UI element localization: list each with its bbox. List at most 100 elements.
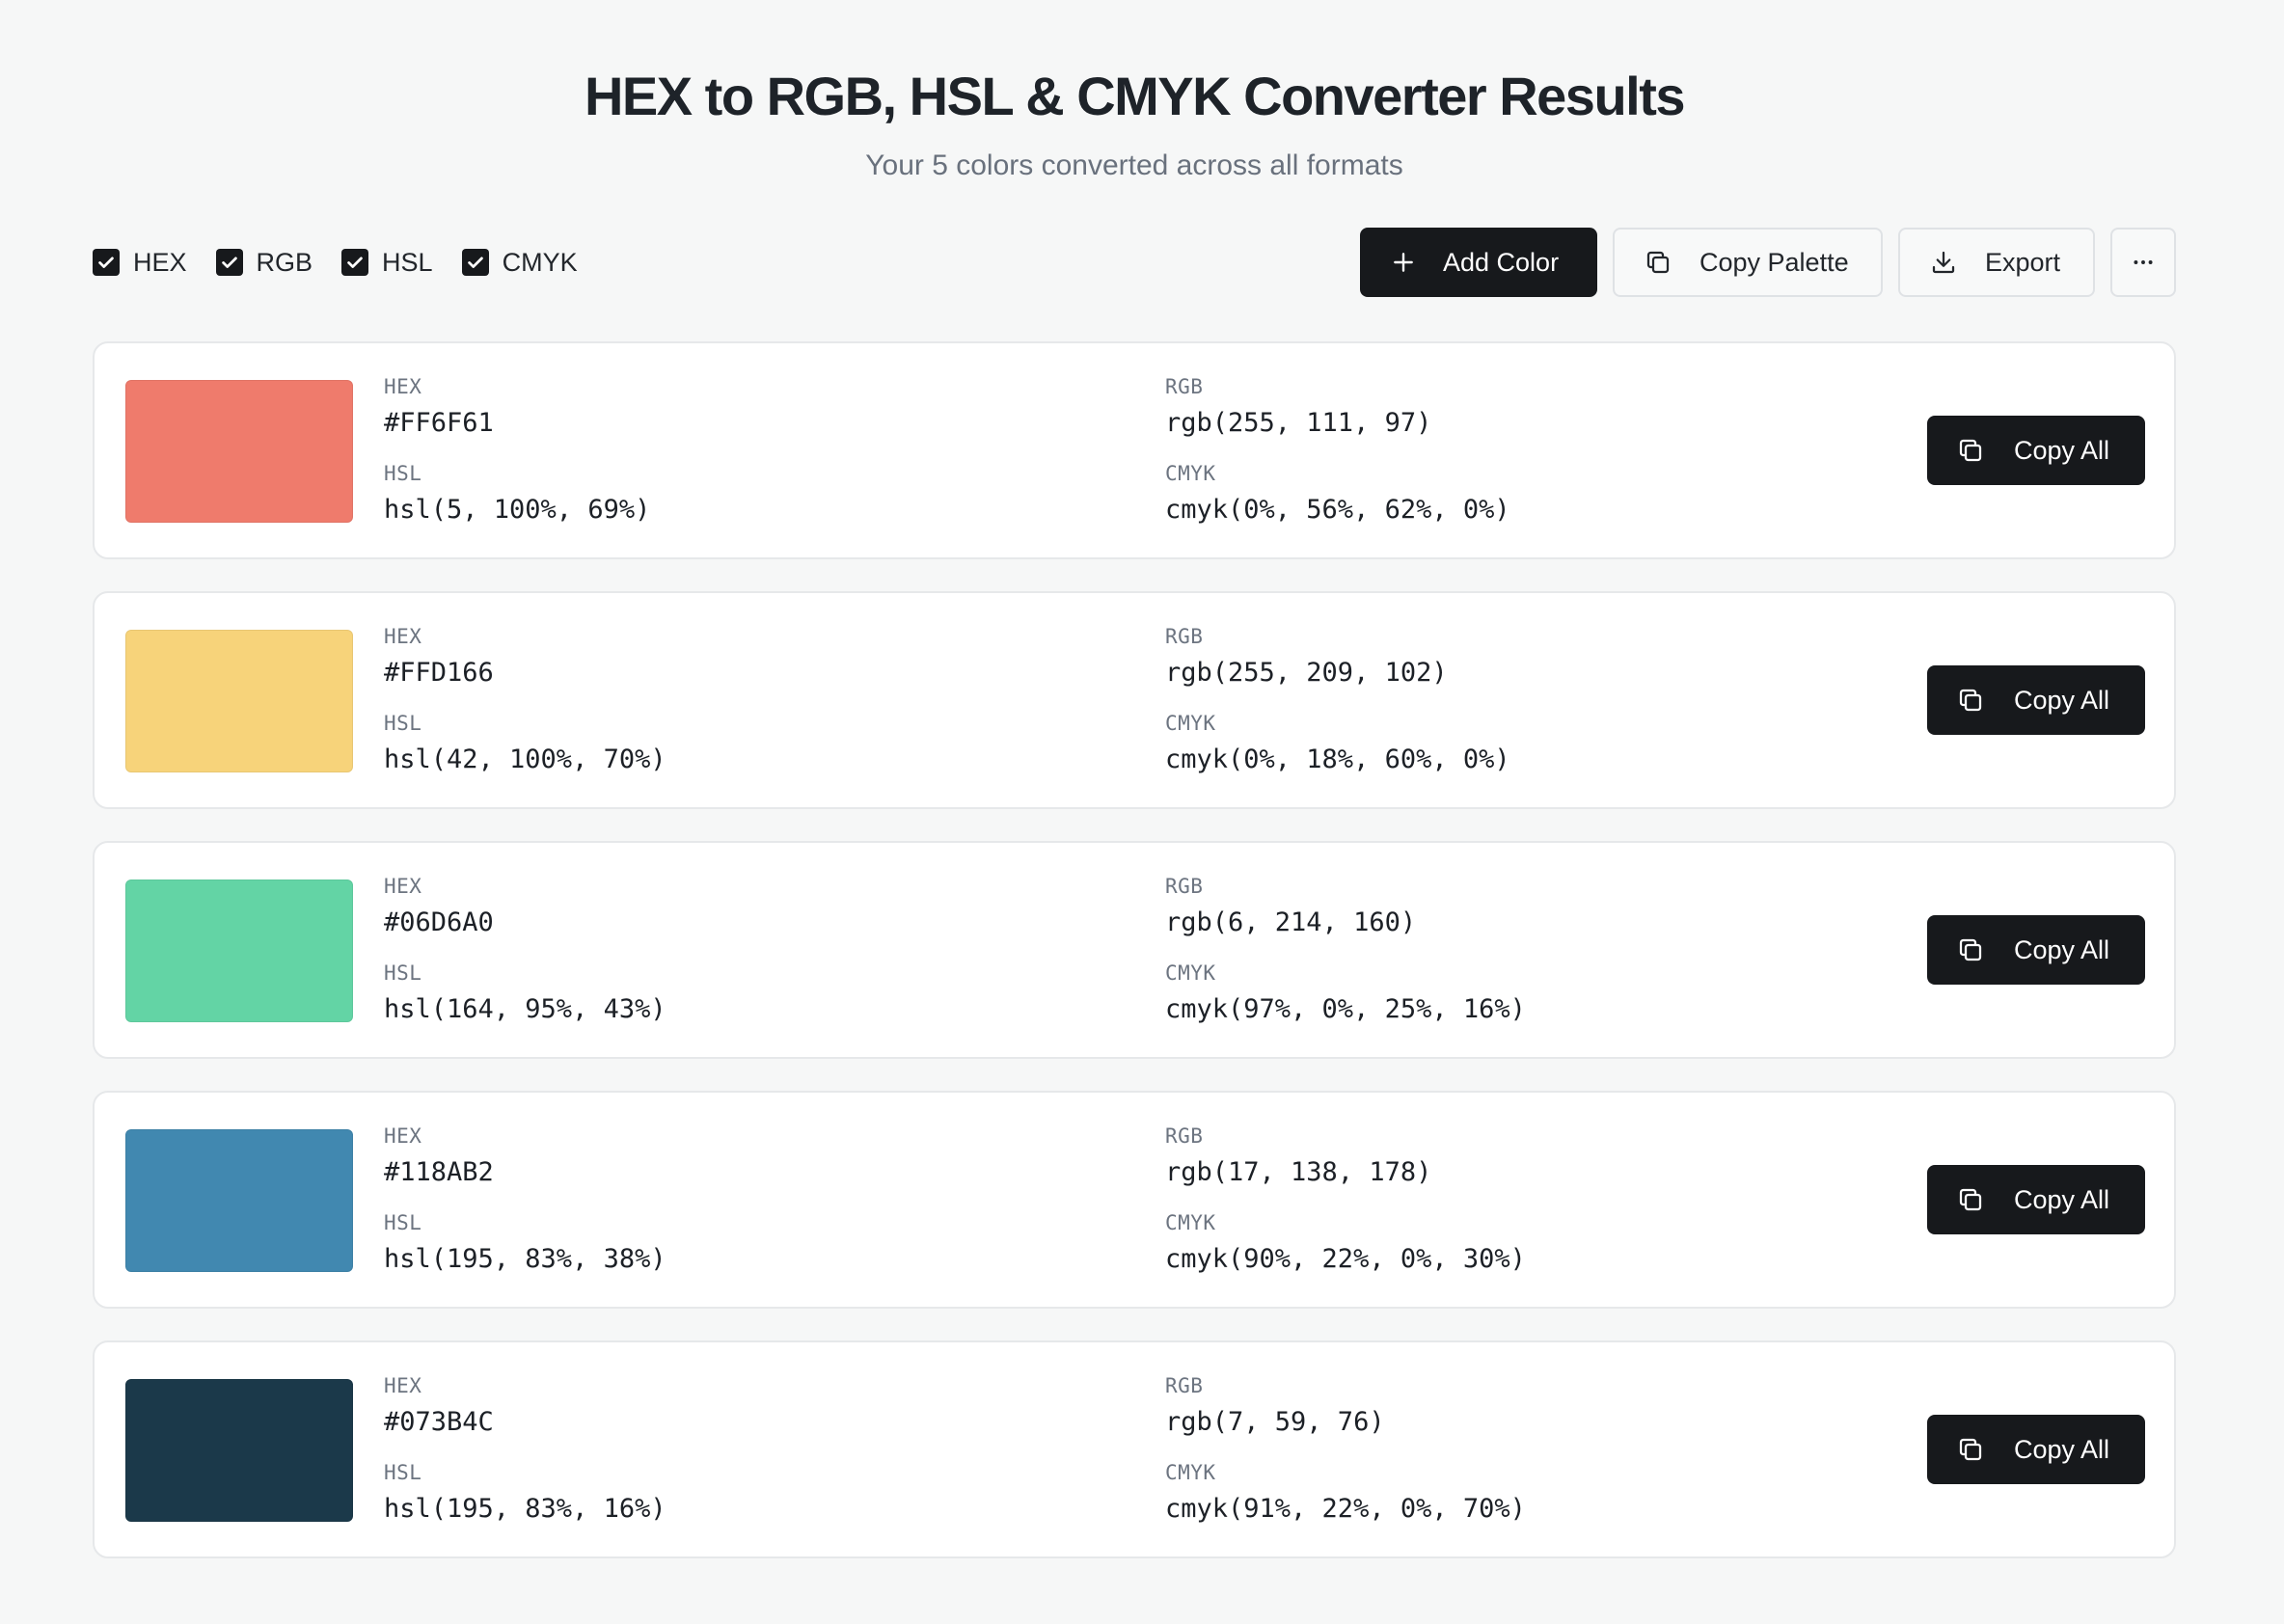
color-swatch	[125, 380, 353, 523]
cmyk-field: CMYK cmyk(91%, 22%, 0%, 70%)	[1165, 1460, 1526, 1526]
hex-field: HEX #FF6F61	[384, 374, 494, 440]
color-swatch	[125, 630, 353, 772]
cmyk-value[interactable]: cmyk(0%, 18%, 60%, 0%)	[1165, 744, 1510, 776]
hsl-label: HSL	[384, 1211, 422, 1234]
more-options-button[interactable]	[2110, 228, 2176, 297]
toggle-label-rgb: RGB	[256, 247, 313, 277]
cmyk-field: CMYK cmyk(90%, 22%, 0%, 30%)	[1165, 1210, 1526, 1276]
hsl-field: HSL hsl(164, 95%, 43%)	[384, 961, 666, 1026]
page-title: HEX to RGB, HSL & CMYK Converter Results	[584, 66, 1686, 126]
checkbox-hex[interactable]	[93, 249, 120, 276]
page-subtitle: Your 5 colors converted across all forma…	[865, 149, 1403, 181]
hsl-label: HSL	[384, 961, 422, 985]
rgb-label: RGB	[1165, 875, 1204, 898]
hsl-field: HSL hsl(195, 83%, 16%)	[384, 1460, 666, 1526]
copy-icon	[1956, 686, 1985, 715]
rgb-label: RGB	[1165, 375, 1204, 398]
export-button[interactable]: Export	[1898, 228, 2095, 297]
hsl-value[interactable]: hsl(195, 83%, 38%)	[384, 1243, 666, 1276]
copy-all-button[interactable]: Copy All	[1927, 416, 2145, 485]
hex-field: HEX #073B4C	[384, 1373, 494, 1439]
checkbox-cmyk[interactable]	[461, 249, 489, 276]
copy-all-button[interactable]: Copy All	[1927, 1415, 2145, 1484]
rgb-field: RGB rgb(255, 209, 102)	[1165, 624, 1448, 690]
color-swatch	[125, 1129, 353, 1272]
rgb-field: RGB rgb(255, 111, 97)	[1165, 374, 1431, 440]
copy-icon	[1644, 248, 1672, 277]
copy-all-label: Copy All	[2014, 435, 2110, 465]
cmyk-label: CMYK	[1165, 712, 1216, 735]
copy-all-label: Copy All	[2014, 934, 2110, 964]
rgb-value[interactable]: rgb(6, 214, 160)	[1165, 907, 1416, 939]
toggle-hsl[interactable]: HSL	[341, 248, 433, 278]
cmyk-value[interactable]: cmyk(90%, 22%, 0%, 30%)	[1165, 1243, 1526, 1276]
rgb-label: RGB	[1165, 1374, 1204, 1397]
plus-icon	[1391, 250, 1416, 275]
check-icon	[467, 257, 483, 268]
hsl-field: HSL hsl(5, 100%, 69%)	[384, 461, 650, 527]
toggle-hex[interactable]: HEX	[93, 248, 187, 278]
rgb-value[interactable]: rgb(255, 111, 97)	[1165, 407, 1431, 440]
toggle-rgb[interactable]: RGB	[215, 247, 313, 278]
color-swatch	[125, 880, 353, 1022]
copy-all-button[interactable]: Copy All	[1927, 1165, 2145, 1234]
color-card: HEX #073B4C HSL hsl(195, 83%, 16%) RGB r…	[93, 1340, 2176, 1558]
copy-icon	[1956, 436, 1985, 465]
cmyk-field: CMYK cmyk(97%, 0%, 25%, 16%)	[1165, 961, 1526, 1026]
hsl-value[interactable]: hsl(164, 95%, 43%)	[384, 993, 666, 1026]
rgb-field: RGB rgb(6, 214, 160)	[1165, 874, 1416, 939]
hex-value[interactable]: #FF6F61	[384, 407, 494, 440]
cmyk-field: CMYK cmyk(0%, 18%, 60%, 0%)	[1165, 711, 1510, 776]
copy-icon	[1956, 935, 1985, 964]
export-label: Export	[1985, 247, 2061, 277]
hex-value[interactable]: #FFD166	[384, 657, 494, 690]
download-icon	[1929, 248, 1958, 277]
toggle-cmyk[interactable]: CMYK	[461, 247, 578, 278]
copy-all-button[interactable]: Copy All	[1927, 915, 2145, 985]
toolbar: HEX RGB HSL CMYK Add Color Copy Palette …	[93, 228, 2176, 297]
hex-field: HEX #06D6A0	[384, 874, 494, 939]
toolbar-actions: Add Color Copy Palette Export	[1345, 228, 2176, 297]
rgb-value[interactable]: rgb(17, 138, 178)	[1165, 1156, 1431, 1189]
rgb-value[interactable]: rgb(7, 59, 76)	[1165, 1406, 1385, 1439]
hex-label: HEX	[384, 1124, 422, 1148]
toggle-label-hsl: HSL	[382, 247, 433, 277]
cmyk-field: CMYK cmyk(0%, 56%, 62%, 0%)	[1165, 461, 1510, 527]
color-card: HEX #118AB2 HSL hsl(195, 83%, 38%) RGB r…	[93, 1091, 2176, 1309]
rgb-value[interactable]: rgb(255, 209, 102)	[1165, 657, 1448, 690]
checkbox-hsl[interactable]	[341, 249, 369, 276]
cmyk-value[interactable]: cmyk(0%, 56%, 62%, 0%)	[1165, 494, 1510, 527]
hsl-value[interactable]: hsl(195, 83%, 16%)	[384, 1493, 666, 1526]
hex-value[interactable]: #06D6A0	[384, 907, 494, 939]
add-color-label: Add Color	[1443, 247, 1560, 277]
page-header: HEX to RGB, HSL & CMYK Converter Results…	[0, 56, 2269, 185]
checkbox-rgb[interactable]	[215, 249, 243, 276]
hex-label: HEX	[384, 1374, 422, 1397]
hsl-label: HSL	[384, 1461, 422, 1484]
hsl-field: HSL hsl(195, 83%, 38%)	[384, 1210, 666, 1276]
hex-value[interactable]: #073B4C	[384, 1406, 494, 1439]
copy-all-label: Copy All	[2014, 1434, 2110, 1464]
hex-field: HEX #118AB2	[384, 1123, 494, 1189]
toggle-label-cmyk: CMYK	[502, 247, 578, 277]
hsl-value[interactable]: hsl(5, 100%, 69%)	[384, 494, 650, 527]
hex-field: HEX #FFD166	[384, 624, 494, 690]
cmyk-label: CMYK	[1165, 1211, 1216, 1234]
hex-label: HEX	[384, 625, 422, 648]
rgb-field: RGB rgb(17, 138, 178)	[1165, 1123, 1431, 1189]
hsl-value[interactable]: hsl(42, 100%, 70%)	[384, 744, 666, 776]
toggle-label-hex: HEX	[133, 247, 187, 277]
hsl-label: HSL	[384, 462, 422, 485]
cmyk-value[interactable]: cmyk(97%, 0%, 25%, 16%)	[1165, 993, 1526, 1026]
copy-palette-button[interactable]: Copy Palette	[1613, 228, 1883, 297]
cmyk-label: CMYK	[1165, 961, 1216, 985]
color-swatch	[125, 1379, 353, 1522]
hex-value[interactable]: #118AB2	[384, 1156, 494, 1189]
copy-all-button[interactable]: Copy All	[1927, 665, 2145, 735]
add-color-button[interactable]: Add Color	[1360, 228, 1597, 297]
hsl-field: HSL hsl(42, 100%, 70%)	[384, 711, 666, 776]
cmyk-value[interactable]: cmyk(91%, 22%, 0%, 70%)	[1165, 1493, 1526, 1526]
color-list: HEX #FF6F61 HSL hsl(5, 100%, 69%) RGB rg…	[93, 341, 2176, 1590]
cmyk-label: CMYK	[1165, 462, 1216, 485]
hex-label: HEX	[384, 875, 422, 898]
